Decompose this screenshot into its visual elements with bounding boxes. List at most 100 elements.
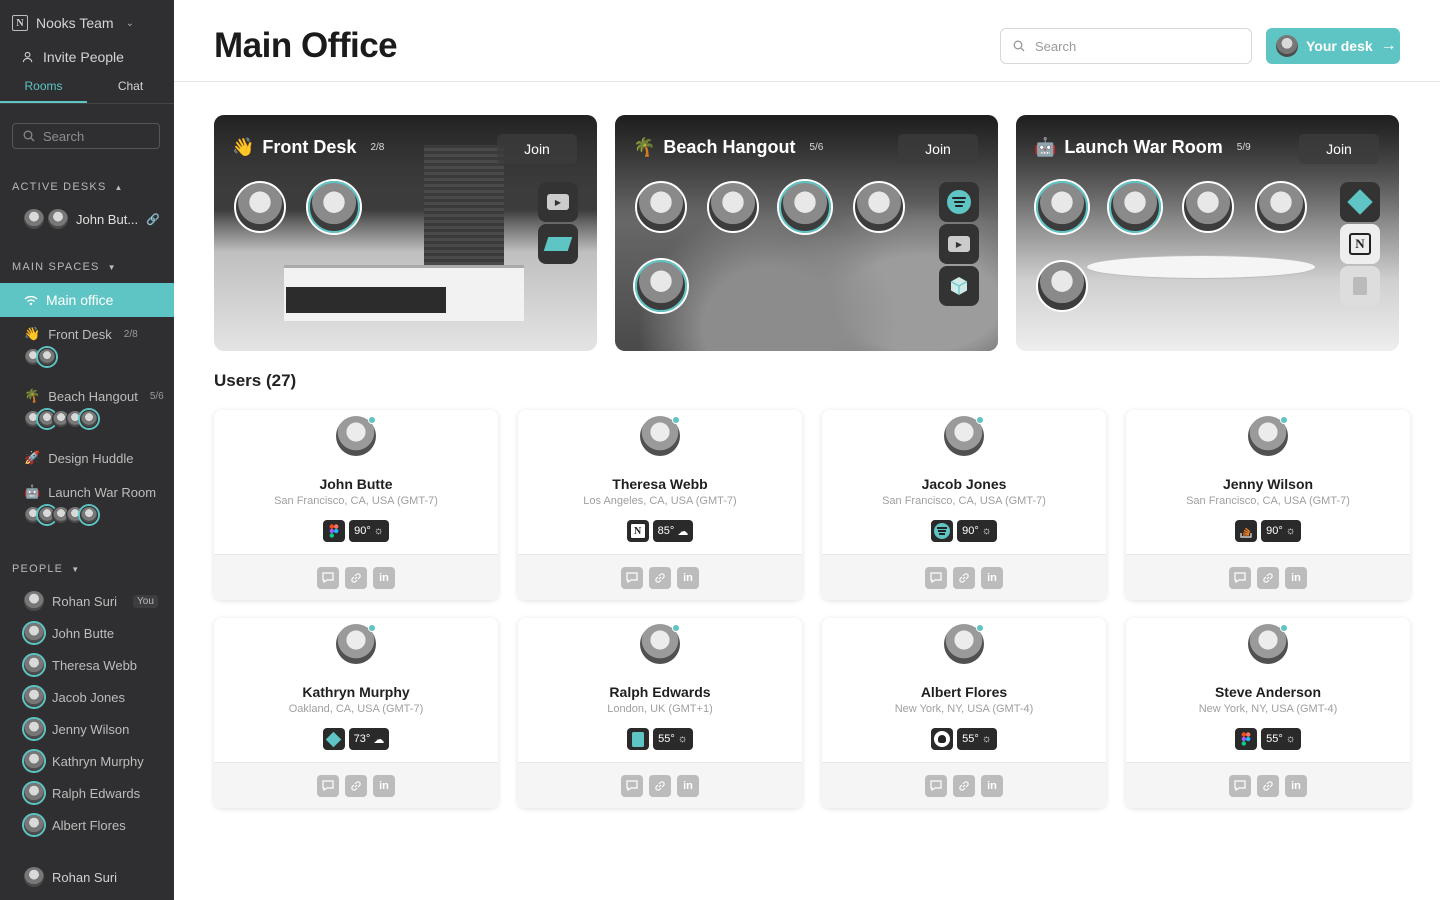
people-header[interactable]: PEOPLE ▼ xyxy=(12,563,80,575)
copy-link-button[interactable] xyxy=(649,566,671,589)
avatar[interactable] xyxy=(779,181,831,233)
room-card-front-desk[interactable]: 👋 Front Desk 2/8 Join ▶ xyxy=(214,115,597,351)
room-card-beach-hangout[interactable]: 🌴 Beach Hangout 5/6 Join ▶ xyxy=(615,115,998,351)
avatar[interactable] xyxy=(853,181,905,233)
main-spaces-label: MAIN SPACES xyxy=(12,261,100,273)
user-card[interactable]: Steve Anderson New York, NY, USA (GMT-4) 5… xyxy=(1126,618,1410,808)
user-card[interactable]: Albert Flores New York, NY, USA (GMT-4) 55… xyxy=(822,618,1106,808)
message-button[interactable] xyxy=(317,566,339,589)
join-button[interactable]: Join xyxy=(898,134,978,164)
avatar[interactable] xyxy=(707,181,759,233)
whiteboard-app-button[interactable] xyxy=(538,224,578,264)
sidebar-item-main-office[interactable]: Main office xyxy=(0,283,174,317)
avatar[interactable] xyxy=(308,181,360,233)
user-card[interactable]: Theresa Webb Los Angeles, CA, USA (GMT-7)… xyxy=(518,410,802,600)
user-card[interactable]: John Butte San Francisco, CA, USA (GMT-7)… xyxy=(214,410,498,600)
avatar[interactable] xyxy=(635,181,687,233)
user-card[interactable]: Jenny Wilson San Francisco, CA, USA (GMT-… xyxy=(1126,410,1410,600)
youtube-app-button[interactable]: ▶ xyxy=(538,182,578,222)
notion-app-button[interactable]: N xyxy=(1340,224,1380,264)
avatar[interactable] xyxy=(1182,181,1234,233)
sidebar-person-ralph-edwards[interactable]: Ralph Edwards xyxy=(24,783,140,803)
room-card-launch-war-room[interactable]: 🤖 Launch War Room 5/9 Join N xyxy=(1016,115,1399,351)
sidebar-item-beach-hangout[interactable]: 🌴 Beach Hangout 5/6 xyxy=(24,388,164,404)
message-button[interactable] xyxy=(1229,774,1251,797)
user-location: San Francisco, CA, USA (GMT-7) xyxy=(274,495,438,507)
search-input[interactable]: Search xyxy=(1000,28,1252,64)
main-spaces-header[interactable]: MAIN SPACES ▼ xyxy=(12,261,117,273)
team-switcher[interactable]: N Nooks Team ⌄ xyxy=(12,15,134,31)
sidebar-person-jenny-wilson[interactable]: Jenny Wilson xyxy=(24,719,129,739)
avatar[interactable] xyxy=(635,260,687,312)
user-card-actions: in xyxy=(518,762,802,808)
user-card[interactable]: Kathryn Murphy Oakland, CA, USA (GMT-7) 73… xyxy=(214,618,498,808)
linkedin-button[interactable]: in xyxy=(677,774,699,797)
linkedin-button[interactable]: in xyxy=(373,566,395,589)
sidebar-person-jacob-jones[interactable]: Jacob Jones xyxy=(24,687,125,707)
copy-link-button[interactable] xyxy=(1257,566,1279,589)
sidebar-person-john-butte[interactable]: John Butte xyxy=(24,623,114,643)
active-desk-item[interactable]: John But... 🔗 xyxy=(24,209,160,229)
tab-chat[interactable]: Chat xyxy=(87,76,174,103)
user-card[interactable]: Ralph Edwards London, UK (GMT+1) 55° ☼ in xyxy=(518,618,802,808)
copy-link-button[interactable] xyxy=(345,774,367,797)
message-button[interactable] xyxy=(621,566,643,589)
palm-tree-icon: 🌴 xyxy=(24,388,41,403)
linkedin-button[interactable]: in xyxy=(677,566,699,589)
notion-logo-icon: N xyxy=(12,15,28,31)
avatar[interactable] xyxy=(1036,181,1088,233)
sidebar-item-design-huddle[interactable]: 🚀 Design Huddle xyxy=(24,450,133,466)
user-card[interactable]: Jacob Jones San Francisco, CA, USA (GMT-7… xyxy=(822,410,1106,600)
your-desk-button[interactable]: Your desk → xyxy=(1266,28,1400,64)
youtube-app-button[interactable]: ▶ xyxy=(939,224,979,264)
stack-overflow-icon[interactable] xyxy=(1235,520,1258,542)
docs-app-button[interactable] xyxy=(1340,266,1380,306)
copy-link-button[interactable] xyxy=(649,774,671,797)
message-button[interactable] xyxy=(317,774,339,797)
sidebar-item-launch-war-room[interactable]: 🤖 Launch War Room xyxy=(24,484,156,500)
current-user[interactable]: Rohan Suri xyxy=(24,867,117,887)
message-button[interactable] xyxy=(621,774,643,797)
avatar[interactable] xyxy=(1255,181,1307,233)
copy-link-button[interactable] xyxy=(1257,774,1279,797)
figma-icon[interactable] xyxy=(1235,728,1258,750)
message-button[interactable] xyxy=(925,774,947,797)
linkedin-button[interactable]: in xyxy=(1285,566,1307,589)
spotify-icon[interactable] xyxy=(931,520,954,542)
google-docs-icon[interactable] xyxy=(627,728,650,750)
invite-people-button[interactable]: Invite People xyxy=(22,49,124,65)
avatar[interactable] xyxy=(234,181,286,233)
github-icon[interactable] xyxy=(931,728,954,750)
copy-link-button[interactable] xyxy=(953,774,975,797)
sidebar-person-rohan-suri[interactable]: Rohan Suri You xyxy=(24,591,158,611)
diamond-app-button[interactable] xyxy=(1340,182,1380,222)
sun-icon: ☼ xyxy=(981,525,992,537)
copy-link-button[interactable] xyxy=(953,566,975,589)
link-icon xyxy=(351,780,361,791)
copy-link-button[interactable] xyxy=(345,566,367,589)
notion-icon[interactable]: N xyxy=(626,520,649,542)
linkedin-button[interactable]: in xyxy=(1285,774,1307,797)
sidebar-item-front-desk[interactable]: 👋 Front Desk 2/8 xyxy=(24,326,138,342)
figma-icon[interactable] xyxy=(323,520,346,542)
message-button[interactable] xyxy=(925,566,947,589)
diamond-app-icon[interactable] xyxy=(322,728,345,750)
sidebar-person-albert-flores[interactable]: Albert Flores xyxy=(24,815,126,835)
linkedin-button[interactable]: in xyxy=(981,774,1003,797)
message-button[interactable] xyxy=(1229,566,1251,589)
avatar[interactable] xyxy=(1036,260,1088,312)
join-button[interactable]: Join xyxy=(1299,134,1379,164)
linkedin-button[interactable]: in xyxy=(981,566,1003,589)
cube-app-button[interactable] xyxy=(939,266,979,306)
active-desks-header[interactable]: ACTIVE DESKS ▲ xyxy=(12,181,124,193)
chat-bubble-icon xyxy=(930,572,942,583)
sidebar-person-theresa-webb[interactable]: Theresa Webb xyxy=(24,655,137,675)
sidebar-search-input[interactable]: Search xyxy=(12,123,160,149)
sidebar-person-kathryn-murphy[interactable]: Kathryn Murphy xyxy=(24,751,144,771)
join-button[interactable]: Join xyxy=(497,134,577,164)
linkedin-button[interactable]: in xyxy=(373,774,395,797)
avatar[interactable] xyxy=(1109,181,1161,233)
tab-rooms[interactable]: Rooms xyxy=(0,76,87,103)
online-status-dot xyxy=(976,624,984,632)
spotify-app-button[interactable] xyxy=(939,182,979,222)
